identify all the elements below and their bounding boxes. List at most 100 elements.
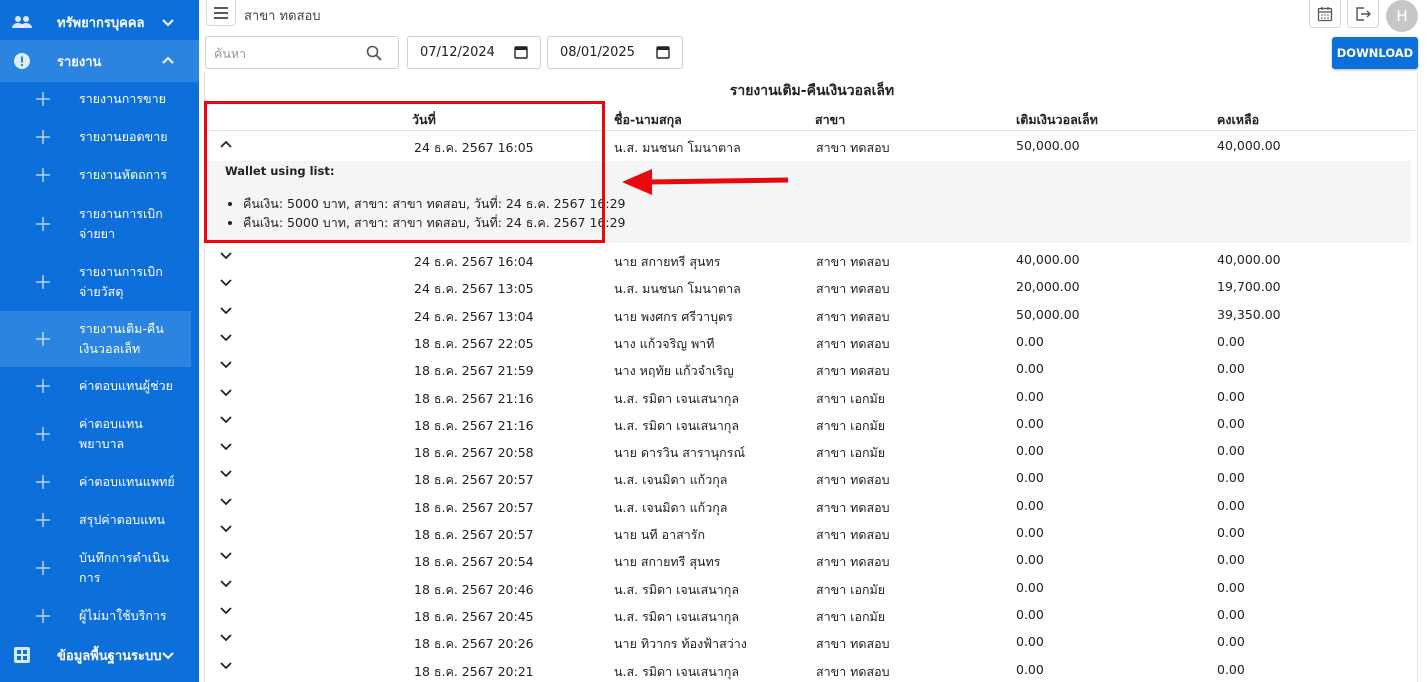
calendar-icon[interactable]: [514, 45, 528, 59]
chevron-down-icon[interactable]: [219, 466, 233, 480]
chevron-down-icon[interactable]: [219, 275, 233, 289]
cell-balance: 40,000.00: [1217, 252, 1281, 267]
sidebar-item-doctor-pay[interactable]: ค่าตอบแทนแพทย์: [0, 464, 191, 500]
chevron-down-icon[interactable]: [219, 521, 233, 535]
chevron-down-icon[interactable]: [219, 303, 233, 317]
column-header-name: ชื่อ-นามสกุล: [614, 112, 682, 127]
sidebar-item-drug-dispense[interactable]: รายงานการเบิกจ่ายยา: [0, 196, 191, 252]
sidebar-item-sales-total[interactable]: รายงานยอดขาย: [0, 119, 191, 155]
cell-name: น.ส. รมิดา เจนเสนากุล: [614, 391, 739, 406]
cell-topup: 0.00: [1016, 389, 1044, 404]
sidebar-group-reports[interactable]: รายงาน: [0, 40, 199, 82]
chevron-down-icon[interactable]: [219, 548, 233, 562]
cell-name: น.ส. มนชนก โมนาตาล: [614, 281, 741, 296]
calendar-icon[interactable]: [656, 45, 670, 59]
chevron-down-icon[interactable]: [219, 576, 233, 590]
cell-name: นาย ทิวากร ท้องฟ้าสว่าง: [614, 636, 747, 651]
sidebar-item-label: ผู้ไม่มาใช้บริการ: [79, 608, 167, 623]
cell-branch: สาขา ทดสอบ: [816, 527, 890, 542]
sidebar-group-hr[interactable]: ทรัพยากรบุคคล: [0, 1, 199, 43]
sidebar-item-no-show[interactable]: ผู้ไม่มาใช้บริการ: [0, 598, 191, 634]
cell-balance: 0.00: [1217, 416, 1245, 431]
sidebar-item-activity-log[interactable]: บันทึกการดำเนินการ: [0, 540, 191, 596]
cell-topup: 0.00: [1016, 416, 1044, 431]
avatar[interactable]: H: [1386, 0, 1418, 32]
chevron-down-icon[interactable]: [219, 357, 233, 371]
cell-topup: 0.00: [1016, 498, 1044, 513]
plus-icon: [36, 275, 50, 289]
chevron-down-icon[interactable]: [219, 412, 233, 426]
cell-balance: 0.00: [1217, 552, 1245, 567]
download-button[interactable]: DOWNLOAD: [1332, 37, 1418, 69]
sidebar-item-label: รายงานการเบิกจ่ายยา: [79, 206, 163, 241]
cell-topup: 20,000.00: [1016, 279, 1080, 294]
cell-branch: สาขา ทดสอบ: [816, 664, 890, 679]
cell-name: นาง หฤทัย แก้วจำเริญ: [614, 363, 734, 378]
plus-icon: [36, 379, 50, 393]
plus-icon: [36, 513, 50, 527]
sidebar-item-assistant-pay[interactable]: ค่าตอบแทนผู้ช่วย: [0, 368, 191, 404]
cell-balance: 0.00: [1217, 470, 1245, 485]
cell-branch: สาขา เอกมัย: [816, 418, 886, 433]
sidebar-item-label: รายงานการขาย: [79, 91, 166, 106]
cell-date: 18 ธ.ค. 2567 20:57: [414, 500, 534, 515]
sidebar-group-label: ข้อมูลพื้นฐานระบบ: [57, 648, 162, 664]
chevron-down-icon[interactable]: [219, 330, 233, 344]
search-icon[interactable]: [366, 45, 382, 61]
logout-button[interactable]: [1347, 0, 1379, 28]
plus-icon: [36, 130, 50, 144]
cell-balance: 0.00: [1217, 334, 1245, 349]
menu-button[interactable]: [206, 0, 236, 26]
cell-branch: สาขา ทดสอบ: [816, 554, 890, 569]
cell-topup: 0.00: [1016, 552, 1044, 567]
sidebar-item-label: สรุปค่าตอบแทน: [79, 512, 166, 527]
sidebar-item-label: รายงานการเบิกจ่ายวัสดุ: [79, 264, 163, 299]
sidebar-item-supply-dispense[interactable]: รายงานการเบิกจ่ายวัสดุ: [0, 254, 191, 310]
search-input[interactable]: [214, 43, 354, 63]
chevron-down-icon[interactable]: [219, 385, 233, 399]
date-from-field[interactable]: 07/12/2024: [407, 36, 541, 69]
sidebar-item-pay-summary[interactable]: สรุปค่าตอบแทน: [0, 502, 191, 538]
cell-branch: สาขา ทดสอบ: [816, 281, 890, 296]
chevron-up-icon: [162, 56, 174, 64]
logout-icon: [1356, 6, 1371, 21]
sidebar-item-sales[interactable]: รายงานการขาย: [0, 81, 191, 117]
report-title: รายงานเติม-คืนเงินวอลเล็ท: [729, 83, 895, 99]
sidebar: ทรัพยากรบุคคล รายงาน รายงานการขาย รายงาน…: [0, 0, 199, 682]
cell-branch: สาขา ทดสอบ: [816, 472, 890, 487]
cell-date: 18 ธ.ค. 2567 20:26: [414, 636, 534, 651]
date-to-field[interactable]: 08/01/2025: [547, 36, 683, 69]
chevron-down-icon[interactable]: [219, 248, 233, 262]
plus-icon: [36, 475, 50, 489]
sidebar-item-procedures[interactable]: รายงานหัตถการ: [0, 157, 191, 193]
cell-balance: 0.00: [1217, 389, 1245, 404]
cell-date: 18 ธ.ค. 2567 21:59: [414, 363, 534, 378]
cell-name: นาย สกายทรี สุนทร: [614, 254, 721, 269]
cell-balance: 0.00: [1217, 361, 1245, 376]
chevron-down-icon[interactable]: [219, 658, 233, 672]
cell-name: น.ส. รมิดา เจนเสนากุล: [614, 664, 739, 679]
cell-date: 18 ธ.ค. 2567 21:16: [414, 418, 534, 433]
sidebar-item-nurse-pay[interactable]: ค่าตอบแทนพยาบาล: [0, 406, 191, 462]
cell-name: น.ส. รมิดา เจนเสนากุล: [614, 609, 739, 624]
chevron-down-icon[interactable]: [219, 494, 233, 508]
cell-date: 18 ธ.ค. 2567 20:58: [414, 445, 534, 460]
cell-name: น.ส. เจนมิดา แก้วกุล: [614, 472, 728, 487]
cell-topup: 50,000.00: [1016, 307, 1080, 322]
plus-icon: [36, 332, 50, 346]
chevron-down-icon[interactable]: [219, 439, 233, 453]
cell-name: นาย ดารวิน สารานุกรณ์: [614, 445, 746, 460]
cell-topup: 0.00: [1016, 334, 1044, 349]
plus-icon: [36, 168, 50, 182]
plus-icon: [36, 609, 50, 623]
chevron-down-icon[interactable]: [219, 603, 233, 617]
cell-topup: 0.00: [1016, 580, 1044, 595]
cell-balance: 39,350.00: [1217, 307, 1281, 322]
sidebar-group-system-data[interactable]: ข้อมูลพื้นฐานระบบ: [0, 634, 199, 676]
calendar-button[interactable]: [1309, 0, 1341, 28]
chevron-down-icon[interactable]: [219, 630, 233, 644]
cell-branch: สาขา เอกมัย: [816, 582, 886, 597]
cell-balance: 0.00: [1217, 498, 1245, 513]
sidebar-item-label: บันทึกการดำเนินการ: [79, 550, 170, 585]
sidebar-item-wallet-report[interactable]: รายงานเติม-คืนเงินวอลเล็ท: [0, 311, 191, 367]
